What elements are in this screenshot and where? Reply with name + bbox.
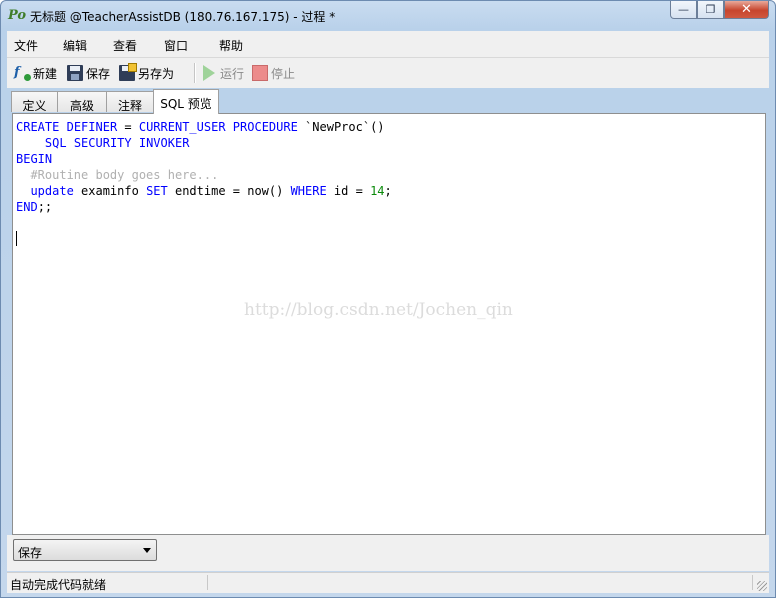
toolbar: f 新建 保存 另存为 运行 停止 bbox=[7, 58, 769, 88]
code-line-3: BEGIN bbox=[16, 152, 53, 166]
menu-view[interactable]: 查看 bbox=[113, 37, 137, 54]
navicat-app-icon: Po bbox=[8, 8, 27, 23]
play-icon bbox=[203, 65, 215, 81]
code-line-1: CREATE DEFINER = CURRENT_USER PROCEDURE … bbox=[16, 120, 385, 134]
function-new-icon: f bbox=[14, 65, 31, 81]
title-bar[interactable]: Po 无标题 @TeacherAssistDB (180.76.167.175)… bbox=[1, 1, 775, 31]
caption-buttons: — ❐ ✕ bbox=[670, 1, 769, 21]
window-title: 无标题 @TeacherAssistDB (180.76.167.175) - … bbox=[30, 10, 336, 24]
watermark: http://blog.csdn.net/Jochen_qin bbox=[244, 300, 513, 320]
save-as-icon bbox=[119, 63, 137, 81]
menu-window[interactable]: 窗口 bbox=[164, 37, 188, 54]
sql-code: CREATE DEFINER = CURRENT_USER PROCEDURE … bbox=[16, 119, 392, 215]
save-as-button-label: 另存为 bbox=[138, 66, 175, 81]
new-button[interactable]: f 新建 bbox=[14, 64, 57, 82]
bottom-panel: 保存 bbox=[7, 535, 769, 571]
action-select-value: 保存 bbox=[18, 546, 43, 560]
save-disk-icon bbox=[67, 65, 83, 81]
stop-button-label: 停止 bbox=[271, 66, 296, 81]
text-cursor bbox=[16, 231, 17, 246]
menu-help[interactable]: 帮助 bbox=[219, 37, 243, 54]
code-line-6: END;; bbox=[16, 200, 53, 214]
chevron-down-icon bbox=[143, 548, 151, 553]
new-button-label: 新建 bbox=[33, 66, 58, 81]
save-as-button[interactable]: 另存为 bbox=[119, 63, 175, 82]
resize-grip-icon[interactable] bbox=[757, 581, 767, 591]
menu-file[interactable]: 文件 bbox=[14, 37, 38, 54]
status-divider bbox=[752, 575, 753, 590]
stop-button[interactable]: 停止 bbox=[252, 64, 295, 82]
tab-definition[interactable]: 定义 bbox=[11, 91, 58, 113]
sql-editor[interactable]: CREATE DEFINER = CURRENT_USER PROCEDURE … bbox=[12, 113, 766, 535]
save-button-label: 保存 bbox=[86, 66, 111, 81]
code-line-4: #Routine body goes here... bbox=[16, 168, 219, 182]
code-line-2: SQL SECURITY INVOKER bbox=[44, 136, 190, 150]
tab-sql-preview[interactable]: SQL 预览 bbox=[153, 89, 219, 114]
tab-strip: 定义 高级 注释 SQL 预览 bbox=[7, 89, 769, 114]
maximize-button[interactable]: ❐ bbox=[697, 1, 724, 19]
tab-comment[interactable]: 注释 bbox=[106, 91, 154, 113]
minimize-button[interactable]: — bbox=[670, 1, 697, 19]
run-button[interactable]: 运行 bbox=[201, 64, 244, 82]
close-button[interactable]: ✕ bbox=[724, 1, 769, 19]
status-divider bbox=[207, 575, 208, 590]
menu-bar: 文件 编辑 查看 窗口 帮助 bbox=[7, 31, 769, 58]
action-select[interactable]: 保存 bbox=[13, 539, 157, 561]
app-window: Po 无标题 @TeacherAssistDB (180.76.167.175)… bbox=[0, 0, 776, 598]
run-button-label: 运行 bbox=[220, 66, 245, 81]
save-button[interactable]: 保存 bbox=[67, 64, 110, 82]
menu-edit[interactable]: 编辑 bbox=[63, 37, 87, 54]
status-text: 自动完成代码就绪 bbox=[10, 578, 107, 592]
toolbar-separator bbox=[194, 63, 196, 83]
tab-advanced[interactable]: 高级 bbox=[57, 91, 107, 113]
code-line-5: update examinfo SET endtime = now() WHER… bbox=[30, 184, 392, 198]
stop-icon bbox=[252, 65, 268, 81]
status-bar: 自动完成代码就绪 bbox=[7, 572, 769, 593]
